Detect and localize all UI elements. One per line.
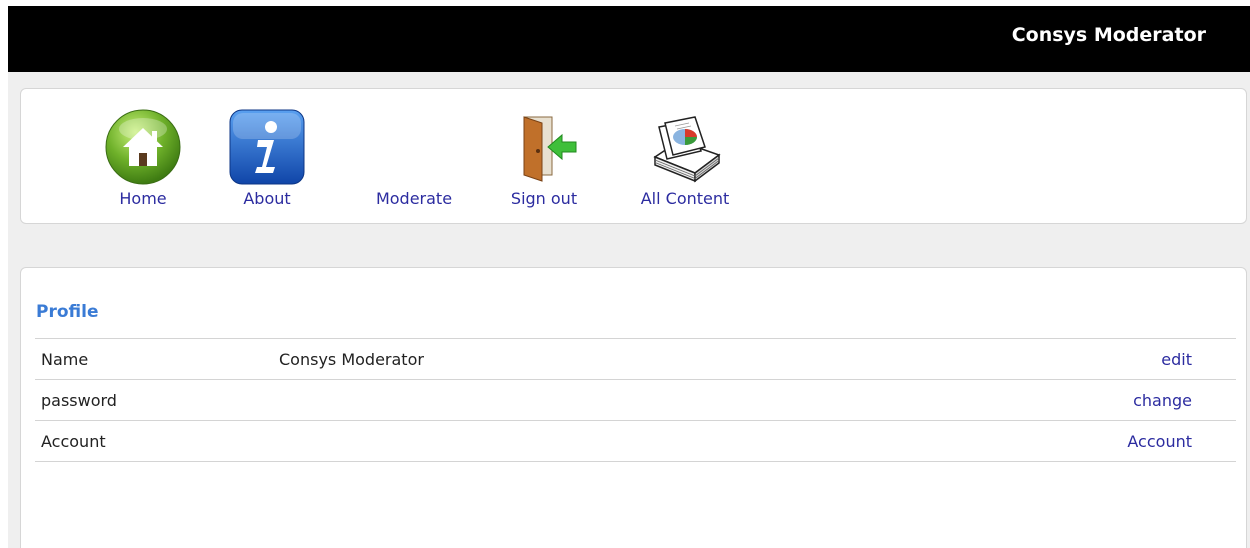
- edit-name-link[interactable]: edit: [1161, 350, 1192, 369]
- info-icon: [227, 107, 307, 187]
- top-bar: Consys Moderator: [8, 6, 1250, 72]
- app-frame: Consys Moderator Home About Moderate Sig…: [8, 6, 1250, 548]
- change-password-link[interactable]: change: [1133, 391, 1192, 410]
- nav-item-moderate[interactable]: Moderate: [359, 89, 469, 223]
- field-label: password: [41, 391, 117, 410]
- home-icon: [103, 107, 183, 187]
- nav-item-about[interactable]: About: [227, 89, 307, 223]
- current-user-name: Consys Moderator: [1011, 24, 1206, 46]
- nav-label-all-content: All Content: [640, 189, 730, 208]
- profile-row-account: Account Account: [35, 420, 1236, 462]
- exit-door-icon: [504, 107, 584, 187]
- nav-item-sign-out[interactable]: Sign out: [499, 89, 589, 223]
- profile-title: Profile: [36, 302, 99, 322]
- nav-label-home: Home: [119, 189, 167, 208]
- field-label: Account: [41, 432, 106, 451]
- nav-item-all-content[interactable]: All Content: [625, 89, 745, 223]
- nav-panel: Home About Moderate Sign out All Content: [20, 88, 1247, 224]
- nav-item-home[interactable]: Home: [93, 89, 193, 223]
- field-label: Name: [41, 350, 89, 369]
- nav-label-sign-out: Sign out: [510, 189, 578, 208]
- account-link[interactable]: Account: [1127, 432, 1192, 451]
- documents-stack-icon: [645, 107, 725, 187]
- nav-label-about: About: [243, 189, 291, 208]
- field-value: Consys Moderator: [279, 350, 424, 369]
- profile-row-password: password change: [35, 379, 1236, 420]
- profile-row-name: Name Consys Moderator edit: [35, 338, 1236, 379]
- profile-panel: Profile Name Consys Moderator edit passw…: [20, 267, 1247, 548]
- nav-label-moderate: Moderate: [375, 189, 453, 208]
- profile-table: Name Consys Moderator edit password chan…: [35, 338, 1236, 462]
